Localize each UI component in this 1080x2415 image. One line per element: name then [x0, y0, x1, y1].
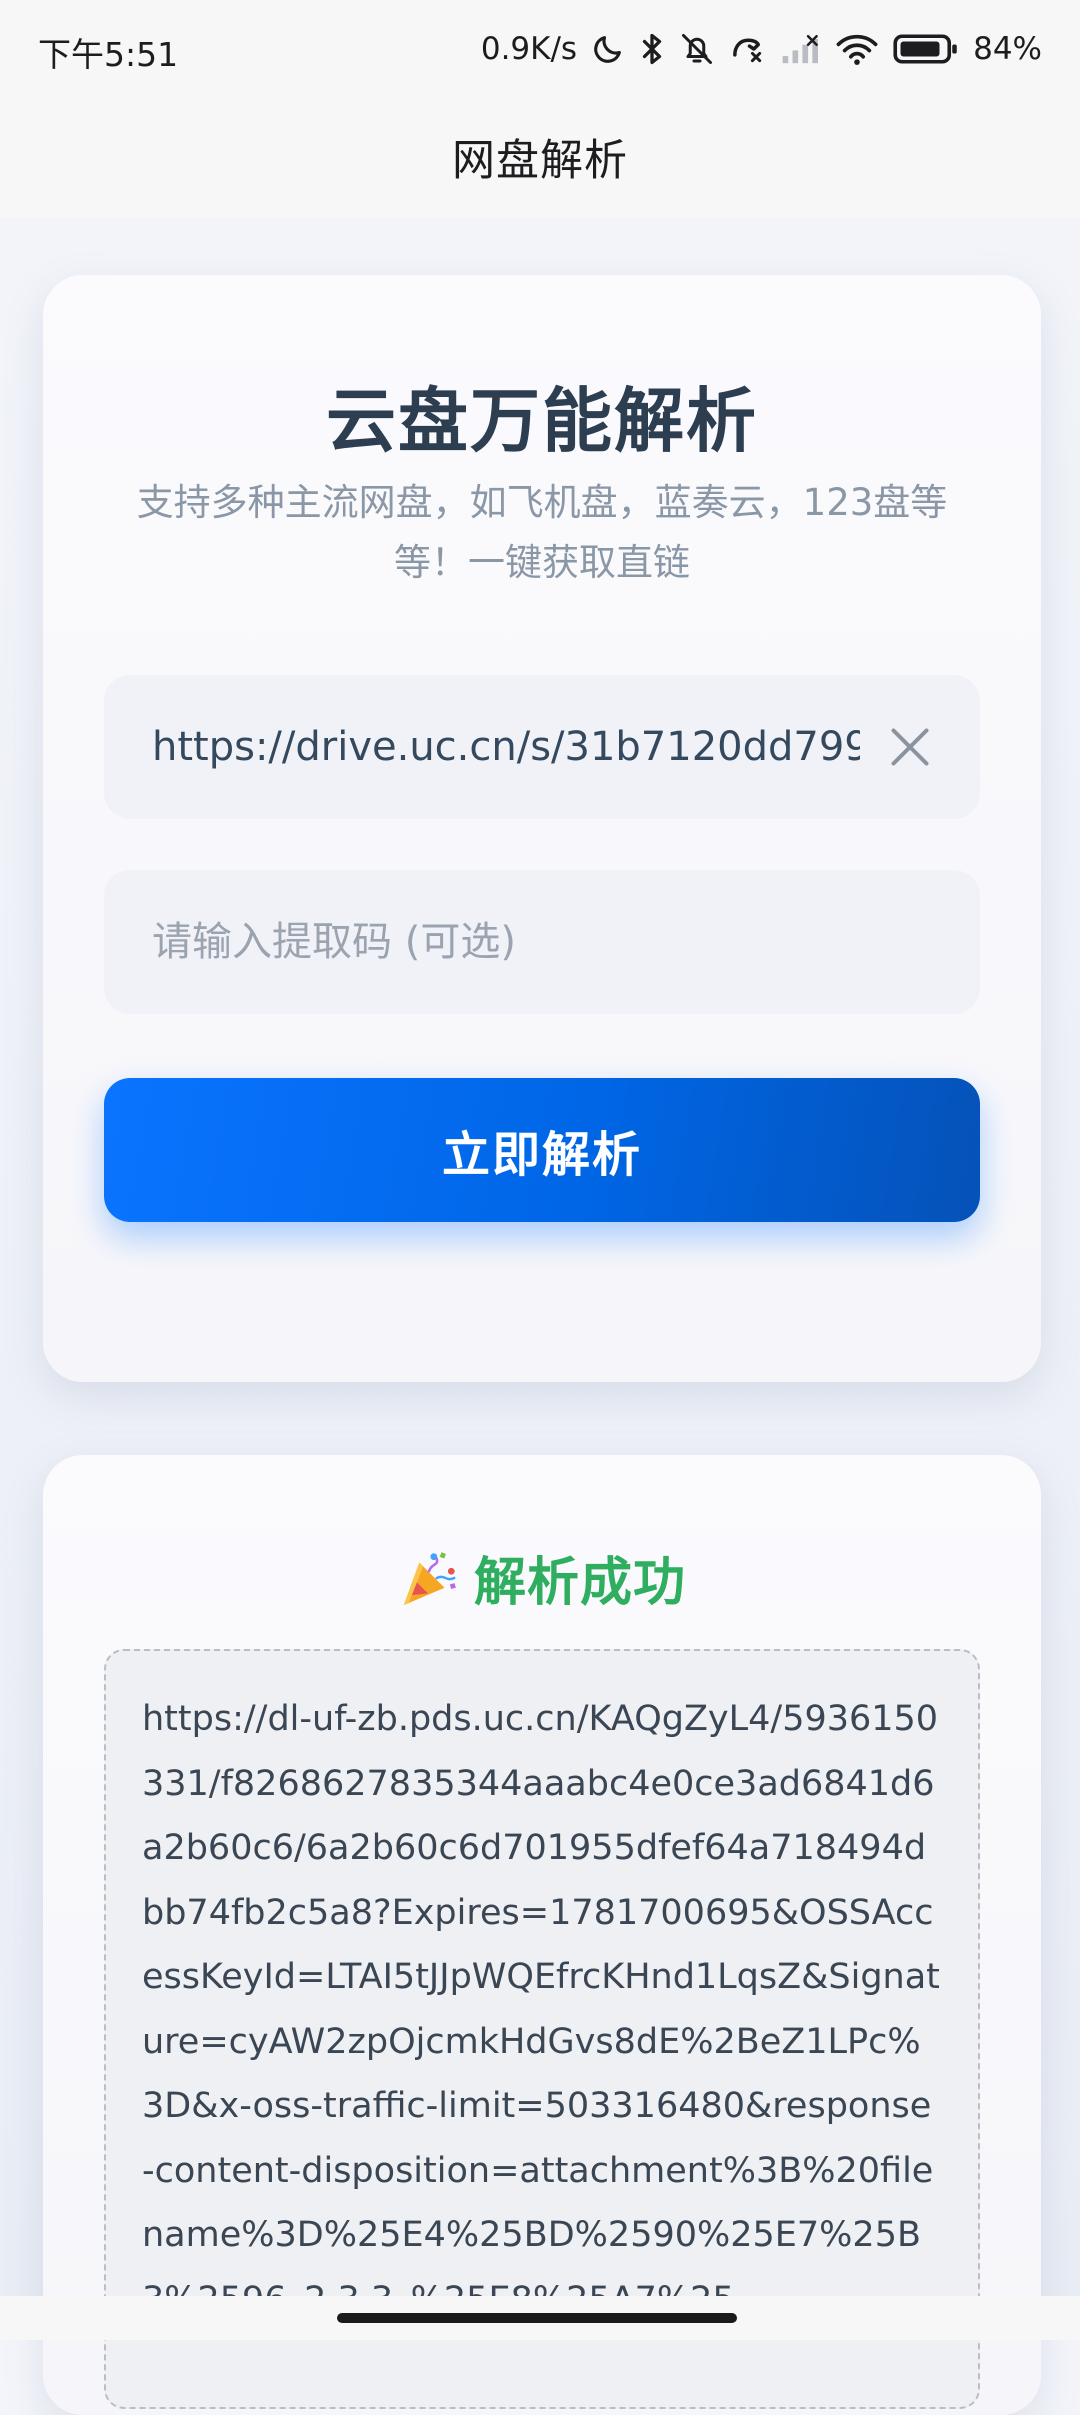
battery-percent: 84% — [973, 31, 1042, 67]
url-field — [104, 675, 980, 819]
share-url-input[interactable] — [152, 675, 860, 819]
result-title: 解析成功 — [473, 1553, 686, 1613]
app-bar-title: 网盘解析 — [452, 136, 628, 186]
result-header: 解析成功 — [43, 1540, 1041, 1615]
home-indicator[interactable] — [337, 2313, 737, 2323]
result-card: 解析成功 https://dl-uf-zb.pds.uc.cn/KAQgZyL4… — [43, 1455, 1041, 2415]
close-icon[interactable] — [888, 725, 932, 769]
bell-off-icon — [682, 34, 713, 64]
status-bar: 下午5:51 0.9K/s 84% — [0, 0, 1080, 96]
extract-code-input[interactable] — [152, 870, 932, 1014]
bluetooth-icon — [642, 33, 662, 65]
party-popper-icon — [403, 1551, 456, 1605]
parser-subtitle: 支持多种主流网盘，如飞机盘，蓝奏云，123盘等等！一键获取直链 — [136, 481, 948, 584]
missed-call-icon — [733, 38, 762, 63]
moon-icon — [594, 36, 621, 63]
direct-link-text[interactable]: https://dl-uf-zb.pds.uc.cn/KAQgZyL4/5936… — [142, 1687, 942, 2332]
app-bar: 网盘解析 — [0, 96, 1080, 218]
network-speed: 0.9K/s — [480, 31, 578, 67]
status-icons: 0.9K/s 84% — [481, 24, 1042, 74]
battery-icon — [893, 34, 957, 64]
status-time: 下午5:51 — [38, 35, 179, 74]
wifi-icon — [836, 34, 878, 65]
parser-card: 云盘万能解析 支持多种主流网盘，如飞机盘，蓝奏云，123盘等等！一键获取直链 立… — [43, 275, 1041, 1382]
signal-icon — [782, 34, 819, 64]
code-field — [104, 870, 980, 1014]
parse-button[interactable]: 立即解析 — [104, 1078, 980, 1222]
navigation-bar — [0, 2296, 1080, 2340]
parser-title: 云盘万能解析 — [326, 380, 758, 462]
direct-link-box[interactable]: https://dl-uf-zb.pds.uc.cn/KAQgZyL4/5936… — [104, 1649, 980, 2409]
